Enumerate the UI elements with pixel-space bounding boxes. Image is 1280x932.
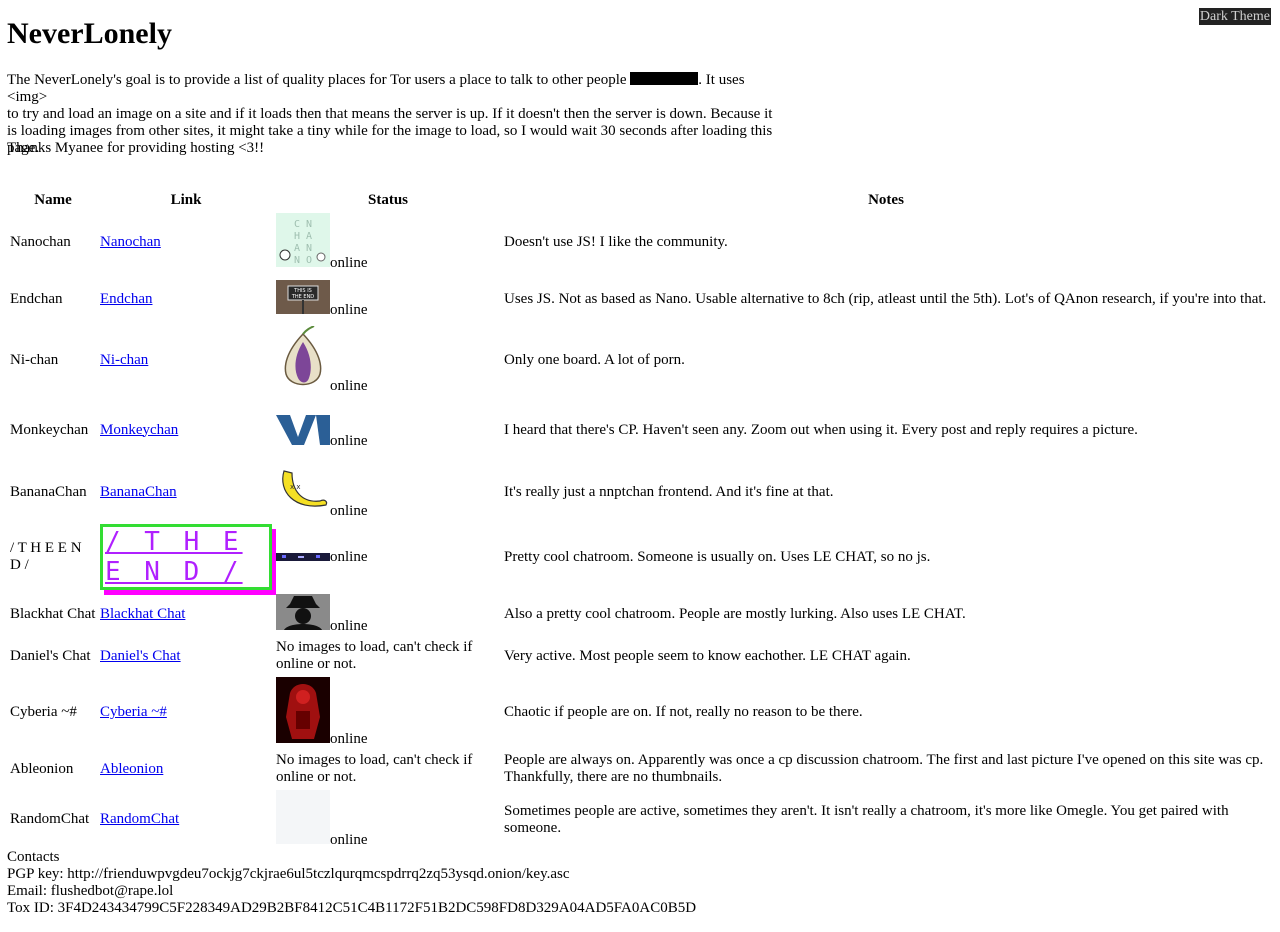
table-row: Blackhat Chat Blackhat Chat online Also …	[9, 593, 1269, 636]
pgp-key: PGP key: http://frienduwpvgdeu7ockjg7ckj…	[7, 866, 570, 882]
contacts-heading: Contacts	[7, 849, 60, 865]
site-link[interactable]: Monkeychan	[100, 422, 178, 438]
notes: Chaotic if people are on. If not, really…	[504, 704, 863, 720]
blackhat-thumbnail	[276, 594, 330, 635]
status-text: online	[330, 503, 368, 519]
site-link[interactable]: Daniel's Chat	[100, 648, 181, 664]
page-title: NeverLonely	[7, 17, 172, 50]
site-link[interactable]: / T H E E N D /	[100, 524, 272, 590]
svg-text:A N: A N	[294, 243, 312, 254]
notes: Only one board. A lot of porn.	[504, 352, 685, 368]
cyberia-thumbnail	[276, 677, 330, 748]
site-link[interactable]: RandomChat	[100, 811, 179, 827]
svg-text:H A: H A	[294, 231, 312, 242]
site-name: Endchan	[10, 290, 63, 307]
thanks-line: Thanks Myanee for providing hosting <3!!	[7, 140, 265, 156]
notes: Uses JS. Not as based as Nano. Usable al…	[504, 290, 1267, 307]
site-link[interactable]: Blackhat Chat	[100, 606, 185, 622]
site-link[interactable]: Ableonion	[100, 761, 163, 777]
header-notes: Notes	[868, 192, 904, 208]
site-link[interactable]: BananaChan	[100, 484, 177, 500]
notes: Doesn't use JS! I like the community.	[504, 234, 728, 250]
site-name: Ni-chan	[10, 352, 59, 368]
intro-text-3: to try and load an image on a site and i…	[7, 106, 773, 122]
dark-theme-button[interactable]: Dark Theme	[1198, 8, 1271, 25]
svg-text:N O: N O	[294, 255, 312, 266]
site-name: Blackhat Chat	[10, 606, 96, 622]
endchan-thumbnail: THIS IS THE END	[276, 279, 330, 319]
site-name: Daniel's Chat	[10, 647, 91, 664]
header-status: Status	[367, 192, 408, 208]
notes: People are always on. Apparently was onc…	[504, 752, 1264, 785]
nanochan-thumbnail: C NH AA NN O	[276, 213, 330, 272]
notes: Also a pretty cool chatroom. People are …	[504, 606, 966, 622]
table-row: Cyberia ~# Cyberia ~# online Chaotic if …	[9, 676, 1269, 749]
svg-text:C N: C N	[294, 219, 312, 230]
status-text: online	[330, 432, 368, 449]
tor-onion-thumbnail	[276, 326, 330, 395]
table-header-row: Name Link Status Notes	[9, 191, 1269, 210]
contacts-section: Contacts PGP key: http://frienduwpvgdeu7…	[7, 849, 696, 917]
notes: Sometimes people are active, sometimes t…	[504, 802, 1229, 836]
site-name: / T H E E N D /	[10, 540, 82, 573]
intro-text-1: The NeverLonely's goal is to provide a l…	[7, 72, 631, 88]
site-link[interactable]: Nanochan	[100, 234, 161, 250]
email: Email: flushedbot@rape.lol	[7, 883, 174, 899]
header-name: Name	[34, 192, 72, 208]
status-text: online	[330, 301, 368, 318]
status-text: No images to load, can't check if online…	[276, 639, 473, 672]
tox-id: Tox ID: 3F4D243434799C5F228349AD29B2BF84…	[7, 900, 697, 916]
status-text: online	[330, 378, 368, 394]
status-text: online	[330, 731, 368, 747]
svg-text:THE END: THE END	[291, 294, 314, 300]
notes: I heard that there's CP. Haven't seen an…	[504, 421, 1138, 438]
table-row: Monkeychan Monkeychan online I heard tha…	[9, 398, 1269, 462]
site-name: Ableonion	[10, 760, 74, 777]
site-name: Nanochan	[10, 234, 71, 250]
site-name: RandomChat	[10, 811, 90, 827]
table-row: RandomChat RandomChat online Sometimes p…	[9, 789, 1269, 850]
table-row: / T H E E N D / / T H E E N D / online P…	[9, 523, 1269, 591]
randomchat-thumbnail	[276, 790, 330, 849]
table-row: BananaChan BananaChan x x online It's re…	[9, 464, 1269, 521]
header-link: Link	[170, 192, 202, 208]
status-text: online	[330, 548, 368, 565]
status-text: No images to load, can't check if online…	[276, 752, 473, 785]
status-text: online	[330, 832, 368, 848]
site-name: Monkeychan	[10, 421, 89, 438]
notes: It's really just a nnptchan frontend. An…	[504, 484, 834, 500]
redaction-bar	[630, 72, 699, 85]
notes: Pretty cool chatroom. Someone is usually…	[504, 548, 931, 565]
theend-thumbnail	[276, 549, 330, 566]
sites-table: Name Link Status Notes Nanochan Nanochan…	[7, 189, 1271, 852]
site-link[interactable]: Cyberia ~#	[100, 704, 167, 720]
site-name: BananaChan	[10, 484, 87, 500]
table-row: Nanochan Nanochan C NH AA NN O online Do…	[9, 212, 1269, 273]
monkeychan-thumbnail	[276, 410, 330, 450]
notes: Very active. Most people seem to know ea…	[504, 647, 911, 664]
status-text: online	[330, 618, 368, 634]
site-link[interactable]: Endchan	[100, 291, 152, 307]
status-text: online	[330, 255, 368, 271]
svg-text:x x: x x	[290, 483, 301, 491]
site-link[interactable]: Ni-chan	[100, 352, 148, 368]
table-row: Ableonion Ableonion No images to load, c…	[9, 751, 1269, 787]
site-name: Cyberia ~#	[10, 704, 77, 720]
table-row: Daniel's Chat Daniel's Chat No images to…	[9, 638, 1269, 674]
banana-thumbnail: x x	[276, 465, 330, 520]
table-row: Endchan Endchan THIS IS THE END online Us…	[9, 275, 1269, 323]
table-row: Ni-chan Ni-chan online Only one board. A…	[9, 325, 1269, 396]
